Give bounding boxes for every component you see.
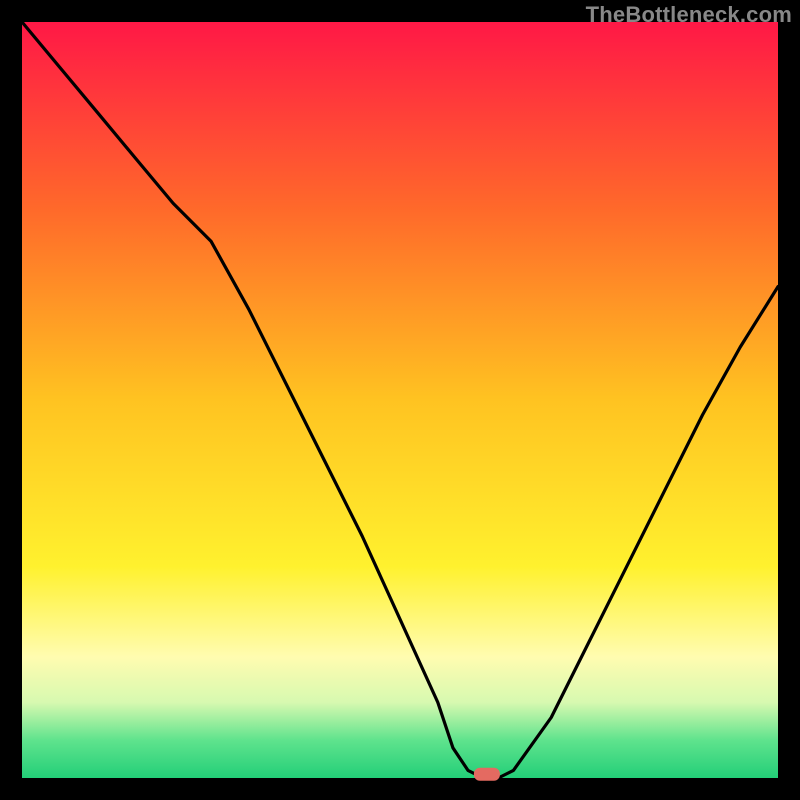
optimal-point-marker (474, 768, 500, 781)
chart-container: { "watermark": "TheBottleneck.com", "cha… (0, 0, 800, 800)
watermark-text: TheBottleneck.com (586, 2, 792, 28)
bottleneck-chart (0, 0, 800, 800)
plot-area (22, 22, 778, 778)
